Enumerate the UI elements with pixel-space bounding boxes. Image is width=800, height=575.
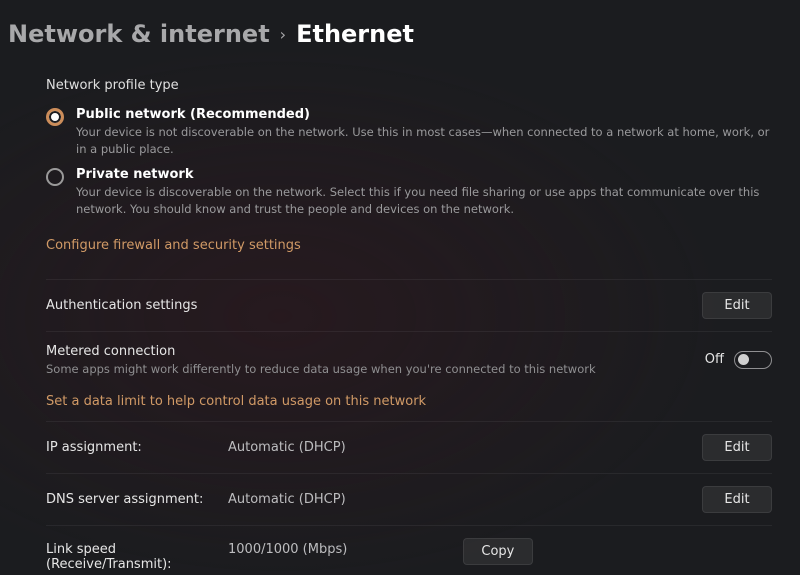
metered-toggle-state: Off xyxy=(705,352,724,367)
breadcrumb-parent[interactable]: Network & internet xyxy=(8,20,270,48)
radio-selected-icon[interactable] xyxy=(46,108,64,126)
dns-assignment-label: DNS server assignment: xyxy=(46,492,228,507)
public-network-option[interactable]: Public network (Recommended) Your device… xyxy=(46,107,772,157)
copy-button[interactable]: Copy xyxy=(463,538,533,565)
public-network-label: Public network (Recommended) xyxy=(76,107,772,122)
metered-toggle[interactable] xyxy=(734,351,772,369)
radio-unselected-icon[interactable] xyxy=(46,168,64,186)
breadcrumb-current: Ethernet xyxy=(296,20,414,48)
properties-grid: Copy Link speed (Receive/Transmit):1000/… xyxy=(46,526,772,575)
ip-assignment-edit-button[interactable]: Edit xyxy=(702,434,772,461)
property-key: Link speed (Receive/Transmit): xyxy=(46,538,228,575)
private-network-label: Private network xyxy=(76,167,772,182)
ip-assignment-value: Automatic (DHCP) xyxy=(228,440,702,455)
metered-label: Metered connection xyxy=(46,344,596,359)
ip-assignment-label: IP assignment: xyxy=(46,440,228,455)
dns-assignment-edit-button[interactable]: Edit xyxy=(702,486,772,513)
authentication-label: Authentication settings xyxy=(46,298,197,313)
dns-assignment-row: DNS server assignment: Automatic (DHCP) … xyxy=(46,474,772,526)
authentication-row: Authentication settings Edit xyxy=(46,280,772,332)
public-network-desc: Your device is not discoverable on the n… xyxy=(76,124,772,157)
data-limit-link[interactable]: Set a data limit to help control data us… xyxy=(46,394,772,409)
ip-assignment-row: IP assignment: Automatic (DHCP) Edit xyxy=(46,422,772,474)
toggle-knob-icon xyxy=(738,354,749,365)
network-profile-header: Network profile type xyxy=(46,78,772,93)
breadcrumb: Network & internet › Ethernet xyxy=(0,0,800,64)
private-network-desc: Your device is discoverable on the netwo… xyxy=(76,184,772,217)
dns-assignment-value: Automatic (DHCP) xyxy=(228,492,702,507)
property-value: 1000/1000 (Mbps) xyxy=(228,538,463,575)
metered-section: Metered connection Some apps might work … xyxy=(46,332,772,422)
private-network-option[interactable]: Private network Your device is discovera… xyxy=(46,167,772,217)
firewall-settings-link[interactable]: Configure firewall and security settings xyxy=(46,238,301,253)
network-profile-section: Network profile type Public network (Rec… xyxy=(46,64,772,280)
authentication-edit-button[interactable]: Edit xyxy=(702,292,772,319)
metered-desc: Some apps might work differently to redu… xyxy=(46,362,596,376)
chevron-right-icon: › xyxy=(280,25,286,44)
